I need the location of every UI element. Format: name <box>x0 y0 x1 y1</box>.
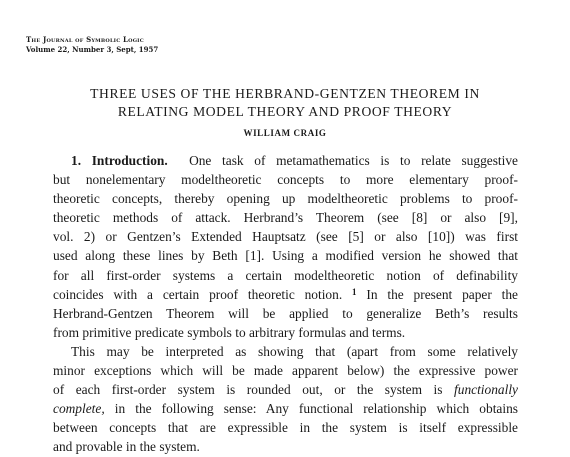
journal-header: The Journal of Symbolic Logic Volume 22,… <box>26 35 158 55</box>
text-line: coincides with a certain proof theoretic… <box>53 286 518 302</box>
text-line: between concepts that are expressible in… <box>53 420 518 436</box>
text-line: for all first-order systems a certain mo… <box>53 267 518 283</box>
paragraph-1: 1. Introduction. One task of metamathema… <box>53 151 518 342</box>
journal-name: The Journal of Symbolic Logic <box>26 35 144 44</box>
text-line: complete, in the following sense: Any fu… <box>53 401 518 417</box>
section-heading: 1. Introduction. <box>71 153 168 168</box>
emphasis-functionally: functionally <box>454 382 518 398</box>
text-line: 1. Introduction. One task of metamathema… <box>71 153 518 168</box>
paper-title: THREE USES OF THE HERBRAND-GENTZEN THEOR… <box>0 85 570 121</box>
text-line: theoretic methods of attack. Herbrand’s … <box>53 210 518 226</box>
footnote-mark[interactable]: 1 <box>352 287 357 297</box>
text-line: vol. 2) or Gentzen’s Extended Hauptsatz … <box>53 229 518 245</box>
title-line-1: THREE USES OF THE HERBRAND-GENTZEN THEOR… <box>90 86 480 101</box>
text-line: Herbrand-Gentzen Theorem will be applied… <box>53 305 518 321</box>
emphasis-complete: complete, <box>53 401 105 417</box>
volume-info: Volume 22, Number 3, Sept, 1957 <box>26 45 159 54</box>
text-line: from primitive predicate symbols to arbi… <box>53 324 406 340</box>
text-line: of each first-order system is rounded ou… <box>53 382 518 398</box>
text-line: and provable in the system. <box>53 439 200 455</box>
text-line: used along these lines by Beth [1]. Usin… <box>53 248 518 264</box>
text-line: theoretic concepts, thereby opening up m… <box>53 191 518 207</box>
paragraph-2: This may be interpreted as showing that … <box>53 342 518 457</box>
title-line-2: RELATING MODEL THEORY AND PROOF THEORY <box>117 104 453 119</box>
author-name: WILLIAM CRAIG <box>243 128 327 138</box>
text-line: but nonelementary modeltheoretic concept… <box>53 172 518 188</box>
text-line: minor exceptions which will be made appa… <box>53 363 518 379</box>
body-text: 1. Introduction. One task of metamathema… <box>53 151 518 457</box>
text-line: This may be interpreted as showing that … <box>71 343 518 359</box>
